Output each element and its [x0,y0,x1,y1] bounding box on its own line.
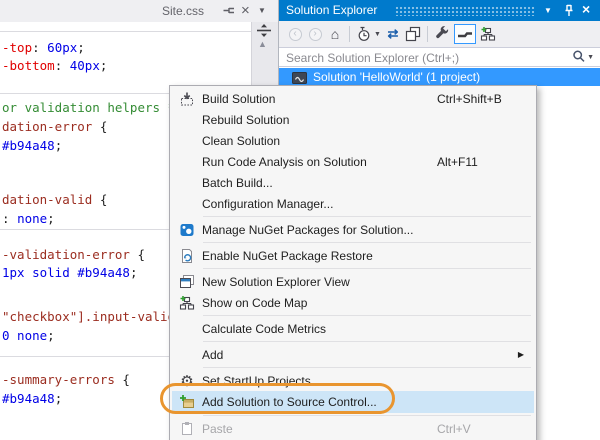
code-line: or validation helpers */ [2,100,183,115]
solution-icon [292,71,307,84]
editor-divider [0,31,251,32]
scroll-up-icon[interactable]: ▲ [258,39,267,49]
menu-item-build-solution[interactable]: Build Solution Ctrl+Shift+B [172,88,534,109]
preview-selected-items-toggle[interactable] [453,24,476,44]
split-window-handle-icon[interactable] [255,23,273,38]
code-line: -top: 60px; [2,40,85,55]
nuget-icon [172,222,202,238]
code-line: #b94a48; [2,391,63,406]
tree-row-solution[interactable]: Solution 'HelloWorld' (1 project) [279,68,600,86]
search-options-dropdown-icon[interactable]: ▼ [587,54,594,61]
code-line: dation-valid { [2,192,108,207]
nuget-restore-icon [172,248,202,264]
menu-separator [203,367,531,368]
forward-icon[interactable]: › [305,24,325,44]
solution-explorer-toolbar: ‹ › ⌂ ▼ ⇄ [279,21,600,47]
search-box: ▼ [279,47,600,67]
menu-item-paste[interactable]: Paste Ctrl+V [172,418,534,439]
menu-separator [203,216,531,217]
pin-tab-icon[interactable] [222,4,236,18]
menu-item-rebuild-solution[interactable]: Rebuild Solution [172,109,534,130]
solution-context-menu: Build Solution Ctrl+Shift+B Rebuild Solu… [169,85,537,440]
menu-separator [203,268,531,269]
menu-item-calculate-code-metrics[interactable]: Calculate Code Metrics [172,318,534,339]
tab-site-css[interactable]: Site.css [162,4,204,18]
tree-row-label: Solution 'HelloWorld' (1 project) [313,70,481,84]
refresh-icon[interactable]: ⇄ [383,24,403,44]
toolbar-separator [349,26,350,42]
submenu-arrow-icon: ▶ [517,350,524,359]
menu-item-show-on-code-map[interactable]: Show on Code Map [172,292,534,313]
code-line: -summary-errors { [2,372,130,387]
collapse-all-icon[interactable] [403,24,423,44]
add-to-source-control-icon [172,394,202,410]
new-view-icon [172,274,202,290]
menu-item-configuration-manager[interactable]: Configuration Manager... [172,193,534,214]
auto-hide-pin-icon[interactable] [562,3,576,18]
menu-item-enable-nuget-package-restore[interactable]: Enable NuGet Package Restore [172,245,534,266]
solution-explorer-titlebar[interactable]: Solution Explorer ▼ × [279,0,600,21]
pending-changes-filter-icon[interactable] [354,24,374,44]
menu-item-set-startup-projects[interactable]: ⚙ Set StartUp Projects... [172,370,534,391]
menu-item-new-solution-explorer-view[interactable]: New Solution Explorer View [172,271,534,292]
menu-item-add[interactable]: Add ▶ [172,344,534,365]
menu-item-add-solution-to-source-control[interactable]: Add Solution to Source Control... [172,391,534,413]
toolbar-separator [426,26,428,42]
menu-item-batch-build[interactable]: Batch Build... [172,172,534,193]
paste-icon [172,421,202,437]
code-line: 1px solid #b94a48; [2,265,138,280]
titlebar-grip-texture [395,6,535,16]
code-line: "checkbox"].input-valida [2,309,183,324]
gear-icon: ⚙ [180,372,194,390]
code-line: #b94a48; [2,138,63,153]
code-line: dation-error { [2,119,108,134]
code-line: -validation-error { [2,247,145,262]
tab-list-dropdown-icon[interactable]: ▼ [258,6,266,15]
document-tab-strip: Site.css × ▼ [0,0,279,22]
window-position-dropdown-icon[interactable]: ▼ [544,6,552,15]
visual-studio-window: Site.css × ▼ -top: 60px; -bottom: 40px; … [0,0,600,440]
close-panel-icon[interactable]: × [582,1,590,17]
build-icon [172,91,202,107]
menu-separator [203,415,531,416]
search-icon[interactable] [571,49,587,65]
menu-item-clean-solution[interactable]: Clean Solution [172,130,534,151]
menu-separator [203,242,531,243]
menu-item-manage-nuget-packages[interactable]: Manage NuGet Packages for Solution... [172,219,534,240]
code-line: : none; [2,211,55,226]
code-line: 0 none; [2,328,55,343]
filter-dropdown-icon[interactable]: ▼ [374,31,381,38]
menu-item-run-code-analysis[interactable]: Run Code Analysis on Solution Alt+F11 [172,151,534,172]
properties-wrench-icon[interactable] [432,24,452,44]
home-icon[interactable]: ⌂ [325,24,345,44]
menu-separator [203,341,531,342]
code-line: -bottom: 40px; [2,58,108,73]
search-input[interactable] [279,48,559,66]
code-map-icon [172,295,202,311]
back-icon[interactable]: ‹ [285,24,305,44]
sync-with-active-document-icon[interactable] [478,24,498,44]
menu-separator [203,315,531,316]
panel-title: Solution Explorer [286,3,378,17]
close-tab-icon[interactable]: × [241,1,250,21]
